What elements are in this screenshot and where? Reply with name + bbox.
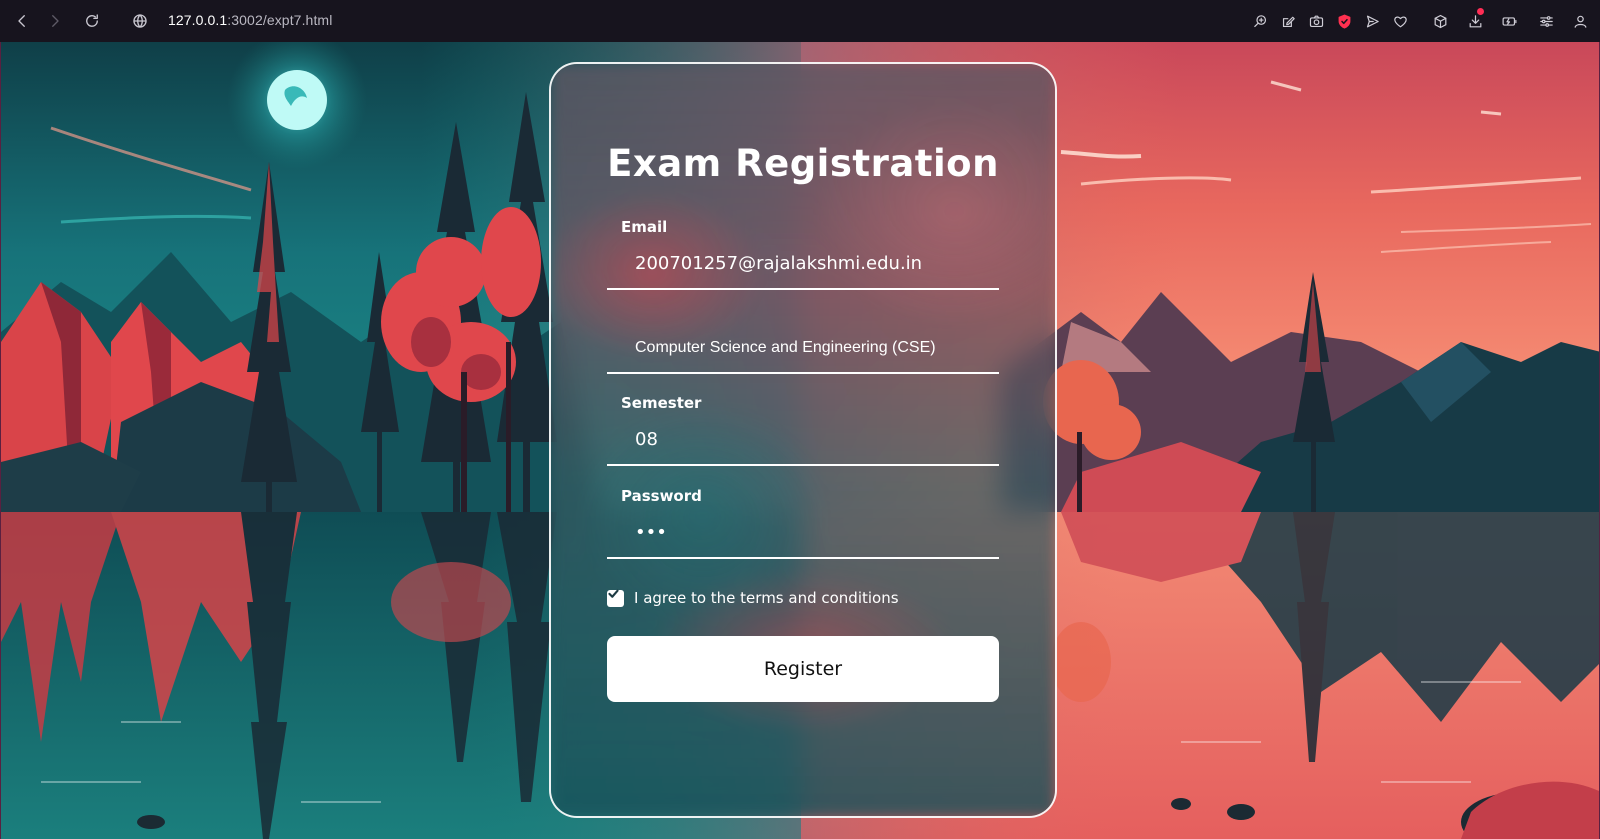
- url-host: 127.0.0.1: [168, 12, 228, 28]
- battery-icon[interactable]: [1498, 10, 1520, 32]
- zoom-icon[interactable]: [1249, 10, 1271, 32]
- terms-label: I agree to the terms and conditions: [634, 589, 899, 607]
- settings-sliders-icon[interactable]: [1535, 10, 1557, 32]
- checkmark-icon: [608, 589, 619, 598]
- department-field-group: Computer Science and Engineering (CSE): [607, 320, 999, 374]
- url-path: :3002/expt7.html: [227, 12, 333, 28]
- download-notification-dot: [1477, 8, 1484, 15]
- terms-agreement: I agree to the terms and conditions: [607, 587, 899, 609]
- password-label: Password: [621, 487, 702, 505]
- browser-toolbar: 127.0.0.1:3002/expt7.html: [0, 0, 1600, 42]
- forward-icon[interactable]: [43, 9, 67, 33]
- camera-icon[interactable]: [1305, 10, 1327, 32]
- semester-field-group: Semester: [607, 394, 999, 466]
- box-icon[interactable]: [1429, 10, 1451, 32]
- semester-label: Semester: [621, 394, 702, 412]
- reload-icon[interactable]: [80, 9, 104, 33]
- shield-icon[interactable]: [1333, 10, 1355, 32]
- email-input[interactable]: [607, 238, 999, 290]
- profile-icon[interactable]: [1569, 10, 1591, 32]
- registration-card: Exam Registration Email Computer Science…: [549, 62, 1057, 818]
- page-title: Exam Registration: [607, 142, 999, 185]
- password-field-group: Password: [607, 487, 999, 559]
- semester-input[interactable]: [607, 414, 999, 466]
- edit-icon[interactable]: [1277, 10, 1299, 32]
- send-icon[interactable]: [1361, 10, 1383, 32]
- back-icon[interactable]: [10, 9, 34, 33]
- department-select[interactable]: Computer Science and Engineering (CSE): [607, 330, 999, 374]
- email-label: Email: [621, 218, 668, 236]
- terms-checkbox[interactable]: [607, 589, 624, 607]
- address-bar[interactable]: 127.0.0.1:3002/expt7.html: [168, 12, 332, 28]
- background-landscape: Exam Registration Email Computer Science…: [0, 42, 1600, 839]
- password-input[interactable]: [607, 507, 999, 559]
- register-button[interactable]: Register: [607, 636, 999, 702]
- site-info-icon[interactable]: [128, 9, 152, 33]
- email-field-group: Email: [607, 218, 999, 290]
- heart-icon[interactable]: [1389, 10, 1411, 32]
